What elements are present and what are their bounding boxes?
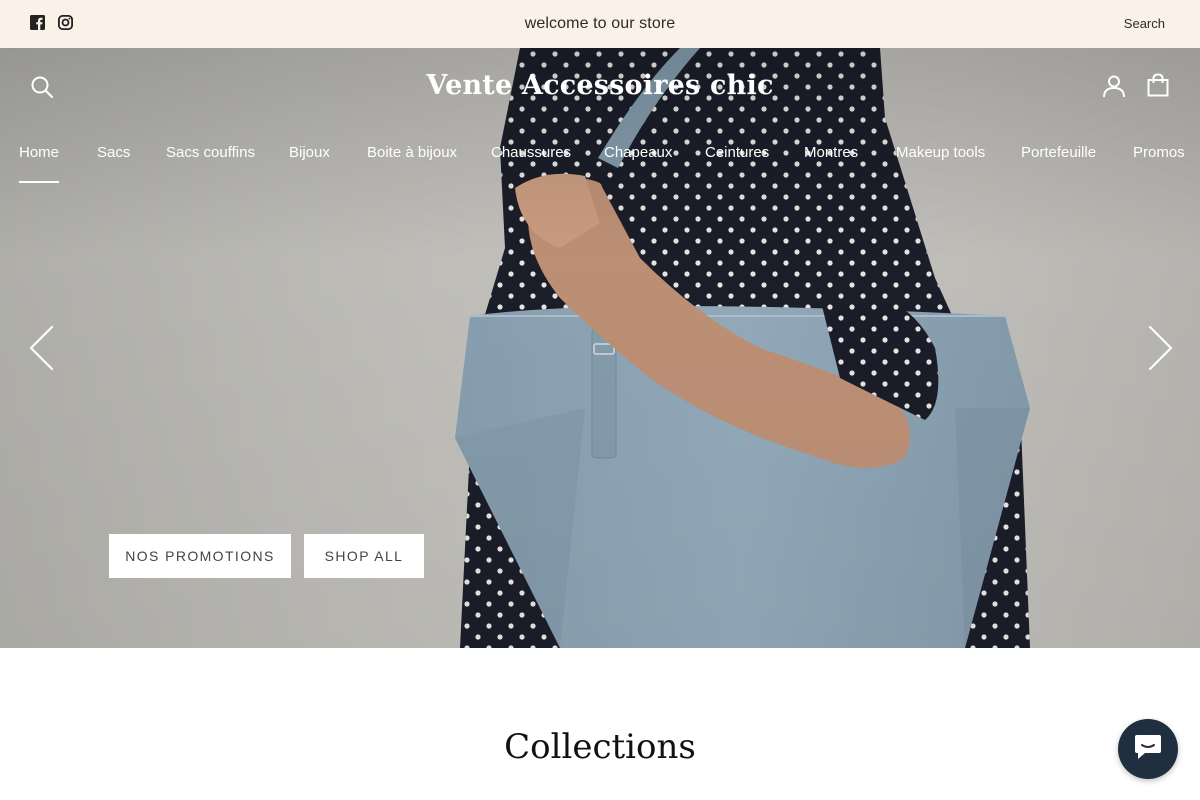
nav-item-chaussures[interactable]: Chaussures xyxy=(491,144,571,161)
chat-button[interactable] xyxy=(1118,719,1178,779)
site-logo[interactable]: Vente Accessoires chic xyxy=(0,70,1200,101)
main-nav: Home Sacs Sacs couffins Bijoux Boite à b… xyxy=(0,144,1200,184)
nav-item-sacs-couffins[interactable]: Sacs couffins xyxy=(166,144,255,161)
nav-item-portefeuille[interactable]: Portefeuille xyxy=(1021,144,1096,161)
collections-heading: Collections xyxy=(504,727,696,767)
search-link[interactable]: Search xyxy=(1124,16,1165,31)
nav-item-promos[interactable]: Promos xyxy=(1133,144,1185,161)
nav-item-montres[interactable]: Montres xyxy=(804,144,858,161)
chat-icon xyxy=(1133,733,1163,766)
announcement-text: welcome to our store xyxy=(524,15,676,32)
nav-item-bijoux[interactable]: Bijoux xyxy=(289,144,330,161)
chevron-right-icon[interactable] xyxy=(1145,324,1175,372)
chevron-left-icon[interactable] xyxy=(27,324,57,372)
nav-item-makeup-tools[interactable]: Makeup tools xyxy=(896,144,985,161)
nav-item-home[interactable]: Home xyxy=(19,144,60,183)
nav-item-sacs[interactable]: Sacs xyxy=(97,144,130,161)
nav-item-ceintures[interactable]: Ceintures xyxy=(705,144,769,161)
promotions-button[interactable]: NOS PROMOTIONS xyxy=(109,534,291,578)
instagram-icon[interactable] xyxy=(57,14,73,30)
facebook-icon[interactable] xyxy=(30,15,45,30)
social-links xyxy=(30,14,73,30)
announcement-bar: welcome to our store Search xyxy=(0,0,1200,48)
nav-item-boite-a-bijoux[interactable]: Boite à bijoux xyxy=(367,144,457,161)
shop-all-button[interactable]: SHOP ALL xyxy=(304,534,424,578)
nav-item-chapeaux[interactable]: Chapeaux xyxy=(604,144,672,161)
